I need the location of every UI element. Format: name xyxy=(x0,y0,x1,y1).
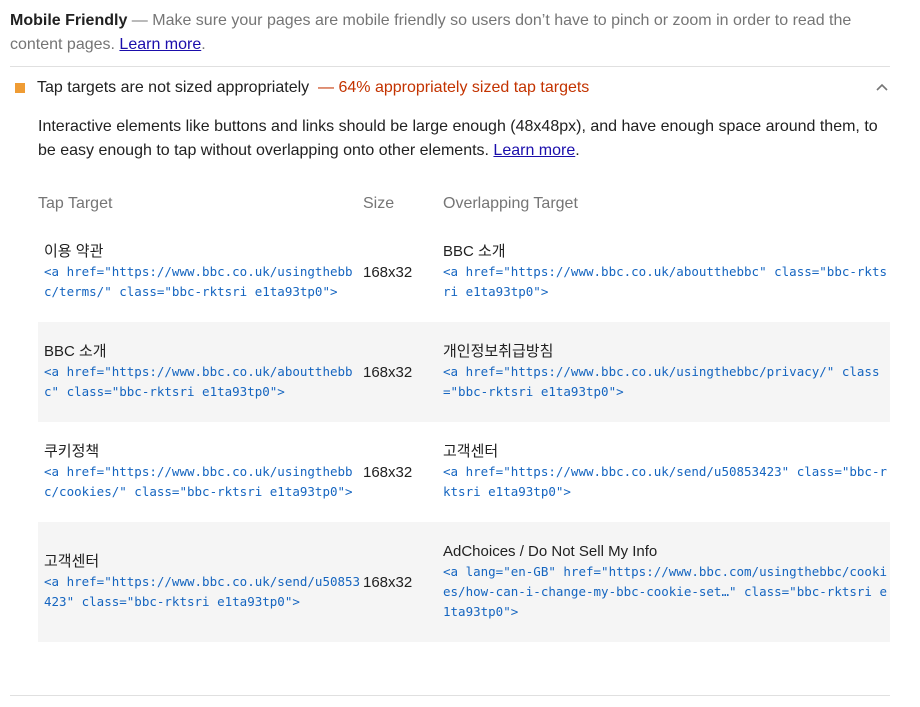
column-header-overlapping-target: Overlapping Target xyxy=(443,195,578,212)
size-cell: 168x32 xyxy=(363,522,443,642)
overlapping-target-snippet: <a href="https://www.bbc.co.uk/abouttheb… xyxy=(443,264,888,299)
column-header-tap-target: Tap Target xyxy=(38,195,113,212)
table-row: BBC 소개 <a href="https://www.bbc.co.uk/ab… xyxy=(38,322,890,422)
divider xyxy=(10,66,890,67)
table-row: 쿠키정책 <a href="https://www.bbc.co.uk/usin… xyxy=(38,422,890,522)
overlapping-target-cell: 개인정보취급방침 <a href="https://www.bbc.co.uk/… xyxy=(443,322,890,422)
table-row: 고객센터 <a href="https://www.bbc.co.uk/send… xyxy=(38,522,890,642)
tap-target-label: 고객센터 xyxy=(44,553,100,570)
tap-target-cell: 이용 약관 <a href="https://www.bbc.co.uk/usi… xyxy=(38,222,363,322)
table-row: 이용 약관 <a href="https://www.bbc.co.uk/usi… xyxy=(38,222,890,322)
overlapping-target-cell: AdChoices / Do Not Sell My Info <a lang=… xyxy=(443,522,890,642)
tap-target-snippet: <a href="https://www.bbc.co.uk/abouttheb… xyxy=(44,364,353,399)
group-learn-more-link[interactable]: Learn more xyxy=(119,36,201,53)
lighthouse-report: Mobile Friendly — Make sure your pages a… xyxy=(0,0,920,707)
divider xyxy=(10,695,890,696)
audit-title-text: Tap targets are not sized appropriately xyxy=(37,79,310,96)
audit-display-value: — 64% appropriately sized tap targets xyxy=(318,79,590,96)
tap-target-cell: 쿠키정책 <a href="https://www.bbc.co.uk/usin… xyxy=(38,422,363,522)
overlapping-target-snippet: <a lang="en-GB" href="https://www.bbc.co… xyxy=(443,564,888,619)
tap-target-cell: 고객센터 <a href="https://www.bbc.co.uk/send… xyxy=(38,522,363,642)
tap-target-cell: BBC 소개 <a href="https://www.bbc.co.uk/ab… xyxy=(38,322,363,422)
overlapping-target-label: BBC 소개 xyxy=(443,243,506,260)
tap-target-label: BBC 소개 xyxy=(44,343,107,360)
overlapping-target-label: 개인정보취급방침 xyxy=(443,343,554,360)
tap-target-label: 이용 약관 xyxy=(44,243,104,260)
overlapping-target-label: AdChoices / Do Not Sell My Info xyxy=(443,543,658,560)
audit-title: Tap targets are not sized appropriately … xyxy=(37,76,589,100)
audit-description: Interactive elements like buttons and li… xyxy=(38,115,888,163)
group-description-end: . xyxy=(201,36,206,53)
tap-target-label: 쿠키정책 xyxy=(44,443,100,460)
audit-tap-targets-header[interactable]: Tap targets are not sized appropriately … xyxy=(10,76,890,100)
audit-description-end: . xyxy=(575,142,580,159)
overlapping-target-cell: BBC 소개 <a href="https://www.bbc.co.uk/ab… xyxy=(443,222,890,322)
size-cell: 168x32 xyxy=(363,263,413,281)
fail-square-icon xyxy=(15,83,25,93)
overlapping-target-cell: 고객센터 <a href="https://www.bbc.co.uk/send… xyxy=(443,422,890,522)
tap-target-snippet: <a href="https://www.bbc.co.uk/usingtheb… xyxy=(44,264,353,299)
overlapping-target-label: 고객센터 xyxy=(443,443,499,460)
tap-targets-table: Tap Target Size Overlapping Target 이용 약관… xyxy=(38,186,890,642)
group-header: Mobile Friendly — Make sure your pages a… xyxy=(10,9,880,57)
overlapping-target-snippet: <a href="https://www.bbc.co.uk/send/u508… xyxy=(443,464,888,499)
size-cell: 168x32 xyxy=(363,322,443,422)
audit-learn-more-link[interactable]: Learn more xyxy=(493,142,575,159)
tap-target-snippet: <a href="https://www.bbc.co.uk/send/u508… xyxy=(44,574,361,609)
tap-target-snippet: <a href="https://www.bbc.co.uk/usingtheb… xyxy=(44,464,353,499)
chevron-up-icon[interactable] xyxy=(874,76,890,100)
size-cell: 168x32 xyxy=(363,463,413,481)
audit-description-text: Interactive elements like buttons and li… xyxy=(38,118,878,159)
overlapping-target-snippet: <a href="https://www.bbc.co.uk/usingtheb… xyxy=(443,364,880,399)
group-title: Mobile Friendly xyxy=(10,12,128,29)
column-header-size: Size xyxy=(363,195,395,212)
